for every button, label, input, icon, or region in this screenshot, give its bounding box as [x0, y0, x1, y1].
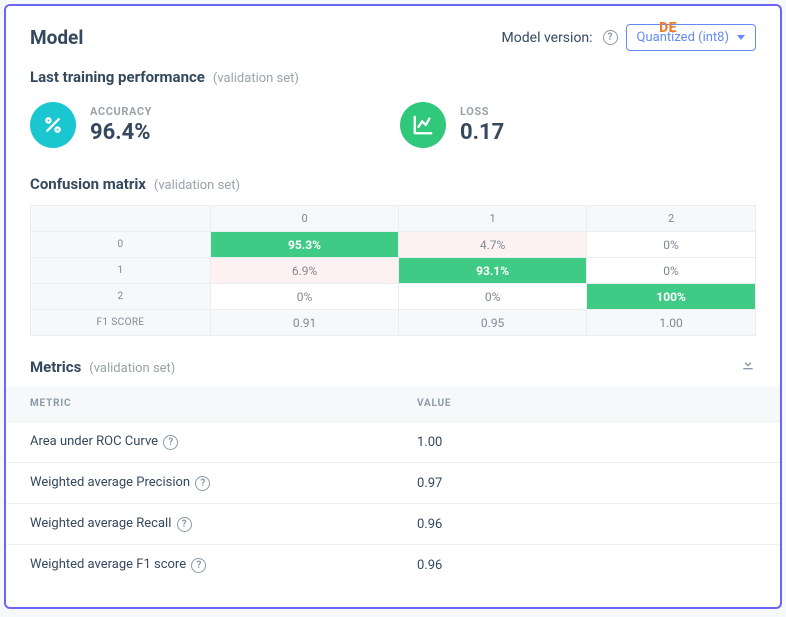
metric-name: Area under ROC Curve — [30, 434, 158, 449]
cm-cell-2-0: 0% — [211, 284, 399, 310]
perf-section-header: Last training performance (validation se… — [6, 61, 780, 92]
metrics-col-metric: METRIC — [6, 386, 393, 422]
metrics-col-value: VALUE — [393, 386, 780, 422]
metric-name: Weighted average Recall — [30, 516, 171, 531]
cm-row-head-0: 0 — [31, 232, 211, 258]
metric-row: Weighted average Precision ? 0.97 — [6, 463, 780, 504]
cm-table-wrap: 0 1 2 0 95.3% 4.7% 0% 1 6.9% 93.1% 0% — [6, 199, 780, 342]
help-icon[interactable]: ? — [603, 30, 618, 45]
cm-cell-1-2: 0% — [587, 258, 756, 284]
cm-f1-label: F1 SCORE — [31, 310, 211, 336]
cm-f1-2: 1.00 — [587, 310, 756, 336]
metrics-section-header: Metrics (validation set) — [6, 342, 780, 386]
download-icon[interactable] — [740, 356, 756, 376]
metric-name: Weighted average Precision — [30, 475, 190, 490]
metric-value: 0.96 — [393, 504, 780, 545]
chevron-down-icon — [737, 35, 745, 40]
loss-value: 0.17 — [460, 120, 504, 145]
metric-row: Weighted average F1 score ? 0.96 — [6, 545, 780, 586]
cm-f1-row: F1 SCORE 0.91 0.95 1.00 — [31, 310, 756, 336]
percent-icon — [30, 102, 76, 148]
cm-cell-2-2: 100% — [587, 284, 756, 310]
cm-section-header: Confusion matrix (validation set) — [6, 168, 780, 199]
cm-f1-1: 0.95 — [399, 310, 587, 336]
metrics-header-row: METRIC VALUE — [6, 386, 780, 422]
help-icon[interactable]: ? — [177, 517, 192, 532]
cm-col-0: 0 — [211, 206, 399, 232]
cm-header-row: 0 1 2 — [31, 206, 756, 232]
metric-name: Weighted average F1 score — [30, 557, 186, 572]
cm-corner — [31, 206, 211, 232]
help-icon[interactable]: ? — [191, 558, 206, 573]
cm-cell-0-2: 0% — [587, 232, 756, 258]
version-row: Model version: ? DE Quantized (int8) — [502, 24, 756, 51]
cm-row-0: 0 95.3% 4.7% 0% — [31, 232, 756, 258]
cm-cell-0-1: 4.7% — [399, 232, 587, 258]
cm-col-2: 2 — [587, 206, 756, 232]
perf-metrics-row: ACCURACY 96.4% LOSS 0.17 — [6, 92, 780, 168]
perf-sub: (validation set) — [213, 71, 299, 86]
dropdown-value: Quantized (int8) — [637, 30, 729, 45]
cm-cell-2-1: 0% — [399, 284, 587, 310]
cm-row-head-1: 1 — [31, 258, 211, 284]
cm-cell-1-0: 6.9% — [211, 258, 399, 284]
cm-cell-0-0: 95.3% — [211, 232, 399, 258]
help-icon[interactable]: ? — [195, 476, 210, 491]
metric-row: Area under ROC Curve ? 1.00 — [6, 422, 780, 463]
cm-title: Confusion matrix — [30, 175, 146, 193]
card-title: Model — [30, 26, 83, 49]
metrics-title: Metrics — [30, 358, 81, 376]
cm-row-2: 2 0% 0% 100% — [31, 284, 756, 310]
accuracy-label: ACCURACY — [90, 105, 152, 118]
cm-sub: (validation set) — [154, 178, 240, 193]
metric-value: 0.96 — [393, 545, 780, 586]
help-icon[interactable]: ? — [163, 435, 178, 450]
de-badge: DE — [659, 20, 677, 36]
card-header: Model Model version: ? DE Quantized (int… — [6, 6, 780, 61]
metric-row: Weighted average Recall ? 0.96 — [6, 504, 780, 545]
metric-value: 1.00 — [393, 422, 780, 463]
loss-label: LOSS — [460, 105, 504, 118]
model-version-dropdown[interactable]: DE Quantized (int8) — [626, 24, 756, 51]
accuracy-metric: ACCURACY 96.4% — [30, 102, 280, 148]
model-card: Model Model version: ? DE Quantized (int… — [4, 4, 782, 609]
confusion-matrix-table: 0 1 2 0 95.3% 4.7% 0% 1 6.9% 93.1% 0% — [30, 205, 756, 336]
cm-f1-0: 0.91 — [211, 310, 399, 336]
loss-metric: LOSS 0.17 — [400, 102, 650, 148]
perf-title: Last training performance — [30, 68, 205, 86]
version-label: Model version: — [502, 30, 593, 46]
chart-icon — [400, 102, 446, 148]
metrics-table: METRIC VALUE Area under ROC Curve ? 1.00… — [6, 386, 780, 585]
accuracy-value: 96.4% — [90, 120, 152, 145]
cm-col-1: 1 — [399, 206, 587, 232]
metric-value: 0.97 — [393, 463, 780, 504]
cm-row-1: 1 6.9% 93.1% 0% — [31, 258, 756, 284]
cm-cell-1-1: 93.1% — [399, 258, 587, 284]
metrics-sub: (validation set) — [89, 361, 175, 376]
cm-row-head-2: 2 — [31, 284, 211, 310]
